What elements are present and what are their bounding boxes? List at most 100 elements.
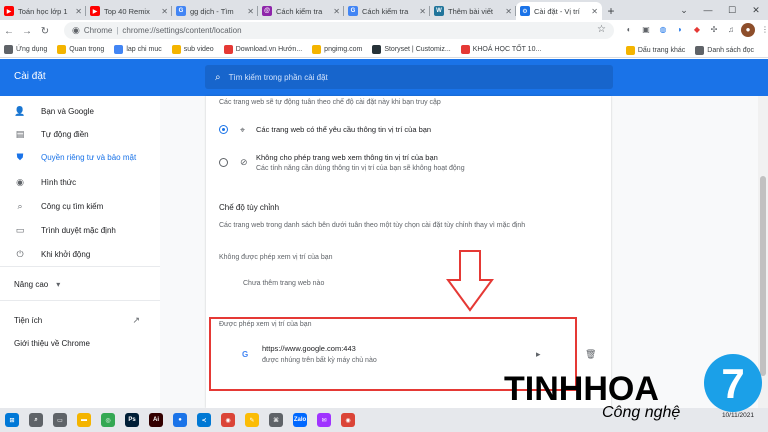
forward-icon[interactable]: →	[18, 26, 36, 37]
bookmark-icon	[57, 45, 67, 54]
taskview-icon[interactable]: ▭	[48, 408, 72, 432]
close-tab-icon[interactable]: ✕	[333, 7, 340, 16]
sidebar-item-label: Bạn và Google	[41, 107, 94, 116]
search-icon[interactable]: ⌕	[24, 408, 48, 432]
browser-tab[interactable]: ▶ Top 40 Remix ✕	[86, 2, 172, 20]
extension-icon[interactable]: ◐	[622, 23, 636, 37]
profile-avatar[interactable]: ●	[741, 23, 755, 37]
explorer-icon[interactable]: ▬	[72, 408, 96, 432]
folder-icon	[625, 45, 635, 55]
windows-icon[interactable]: ⊞	[0, 408, 24, 432]
bookmark-item[interactable]: KHOÁ HỌC TỐT 10...	[460, 45, 541, 54]
network-icon[interactable]: ⌘	[264, 408, 288, 432]
minimize-icon[interactable]: —	[696, 0, 720, 20]
sidebar-item-label: Tự động điền	[41, 130, 89, 139]
taskbar-app-glyph: Ps	[125, 413, 139, 427]
bookmark-item[interactable]: Danh sách đọc	[695, 45, 754, 55]
tab-strip: ▶ Toán học lớp 1 ✕ ▶ Top 40 Remix ✕ Ggg dịch -…	[0, 0, 768, 20]
sidebar-item[interactable]: 👤 Bạn và Google	[14, 106, 94, 117]
taskbar-app-glyph: Zalo	[293, 413, 307, 427]
sidebar-item[interactable]: ⛊ Quyền riêng tư và bảo mật	[14, 152, 137, 163]
chrome-logo-icon: ◉	[72, 25, 80, 35]
blocked-empty-text: Chưa thêm trang web nào	[243, 280, 325, 287]
close-icon[interactable]: ✕	[744, 0, 768, 20]
extension-icon[interactable]: ◆	[690, 23, 704, 37]
chrome2-icon[interactable]: ◉	[336, 408, 360, 432]
sidebar-item[interactable]: ◉ Hình thức	[14, 177, 76, 188]
close-tab-icon[interactable]: ✕	[75, 7, 82, 16]
photoshop-icon[interactable]: Ps	[120, 408, 144, 432]
close-tab-icon[interactable]: ✕	[591, 7, 598, 16]
taskbar-app-glyph: ◎	[101, 413, 115, 427]
sidebar-item[interactable]: ⏻ Khi khởi động	[14, 249, 90, 260]
settings-sidebar: 👤 Bạn và Google ▤ Tự động điền ⛊ Quyền riêng …	[0, 96, 160, 408]
bookmark-icon	[114, 45, 124, 54]
bookmark-item[interactable]: pngimg.com	[312, 45, 362, 54]
maximize-icon[interactable]: ☐	[720, 0, 744, 20]
bookmark-star-icon[interactable]: ☆	[597, 24, 606, 35]
close-tab-icon[interactable]: ✕	[505, 7, 512, 16]
zalo-icon[interactable]: Zalo	[288, 408, 312, 432]
back-icon[interactable]: ←	[0, 26, 18, 37]
app-icon[interactable]: ◎	[96, 408, 120, 432]
menu-icon[interactable]: ⋮	[758, 23, 768, 37]
close-tab-icon[interactable]: ✕	[247, 7, 254, 16]
browser-tab[interactable]: ⚙ Cài đặt - Vị trí ✕	[516, 2, 602, 20]
default-behavior-desc: Các trang web sẽ tự động tuân theo chế đ…	[219, 99, 441, 106]
bookmark-item[interactable]: Dấu trang khác	[625, 45, 686, 55]
taskbar-app-glyph: ⌕	[29, 413, 43, 427]
sidebar-item-about[interactable]: Giới thiệu về Chrome	[14, 339, 90, 348]
sidebar-item-advanced[interactable]: Nâng cao ▾	[14, 280, 60, 289]
messenger-icon[interactable]: ✉	[312, 408, 336, 432]
bookmark-label: Quan trọng	[69, 46, 105, 53]
bookmark-item[interactable]: Ứng dụng	[4, 45, 47, 54]
close-tab-icon[interactable]: ✕	[161, 7, 168, 16]
extensions-puzzle-icon[interactable]: ✣	[707, 23, 721, 37]
browser-tab[interactable]: @ Cách kiểm tra ✕	[258, 2, 344, 20]
browser-tab[interactable]: W Thêm bài viết ✕	[430, 2, 516, 20]
settings-search-input[interactable]: ⌕ Tìm kiếm trong phần cài đặt	[205, 65, 613, 89]
block-radio[interactable]	[219, 158, 228, 167]
new-tab-button[interactable]: +	[602, 2, 620, 20]
bookmark-label: Dấu trang khác	[637, 46, 686, 54]
app2-icon[interactable]: ●	[168, 408, 192, 432]
shield-icon: ⛊	[16, 152, 24, 162]
block-option-label[interactable]: Không cho phép trang web xem thông tin v…	[256, 153, 438, 162]
media-icon[interactable]: ♫	[724, 23, 738, 37]
taskbar-app-glyph: ⌘	[269, 413, 283, 427]
bookmark-item[interactable]: Quan trọng	[57, 45, 104, 54]
location-pin-icon: ⌖	[240, 125, 246, 135]
watermark-badge: 7	[704, 354, 762, 412]
extension-icon[interactable]: ◗	[673, 23, 687, 37]
sidebar-item-extensions[interactable]: Tiện ích ↗	[14, 315, 140, 325]
bookmark-item[interactable]: lap chi muc	[114, 45, 162, 54]
vscode-icon[interactable]: ≺	[192, 408, 216, 432]
bookmark-item[interactable]: sub video	[171, 45, 214, 54]
settings-header: Cài đặt ⌕ Tìm kiếm trong phần cài đặt	[0, 59, 768, 96]
browser-tab[interactable]: Ggg dịch - Tìm ✕	[172, 2, 258, 20]
browser-tab[interactable]: ▶ Toán học lớp 1 ✕	[0, 2, 86, 20]
sidebar-item[interactable]: ▤ Tự động điền	[14, 129, 89, 140]
bookmark-label: Ứng dụng	[16, 46, 48, 53]
allow-option-label[interactable]: Các trang web có thể yêu cầu thông tin v…	[256, 125, 431, 134]
paint-icon[interactable]: ✎	[240, 408, 264, 432]
bookmark-item[interactable]: Download.vn Hướn...	[223, 45, 302, 54]
allow-radio[interactable]	[219, 125, 228, 134]
tab-favicon-icon: ▶	[4, 6, 14, 16]
bookmark-item[interactable]: Storyset | Customiz...	[372, 45, 451, 54]
browser-tab[interactable]: G Cách kiểm tra ✕	[344, 2, 430, 20]
close-tab-icon[interactable]: ✕	[419, 7, 426, 16]
watermark-tagline: Công nghệ	[602, 404, 681, 421]
chevron-down-icon: ▾	[56, 280, 61, 289]
extension-icon[interactable]: ◍	[656, 23, 670, 37]
address-bar[interactable]: ◉ Chrome | chrome://settings/content/loc…	[64, 22, 614, 39]
sidebar-item[interactable]: ⌕ Công cụ tìm kiếm	[14, 201, 103, 212]
reload-icon[interactable]: ↻	[36, 26, 54, 37]
extension-icon[interactable]: ▣	[639, 23, 653, 37]
folder-icon	[695, 45, 705, 55]
illustrator-icon[interactable]: Ai	[144, 408, 168, 432]
scrollbar-thumb[interactable]	[760, 176, 766, 376]
tab-search-icon[interactable]: ⌄	[672, 0, 696, 20]
chrome-icon[interactable]: ◉	[216, 408, 240, 432]
sidebar-item[interactable]: ▭ Trình duyệt mặc định	[14, 225, 116, 236]
